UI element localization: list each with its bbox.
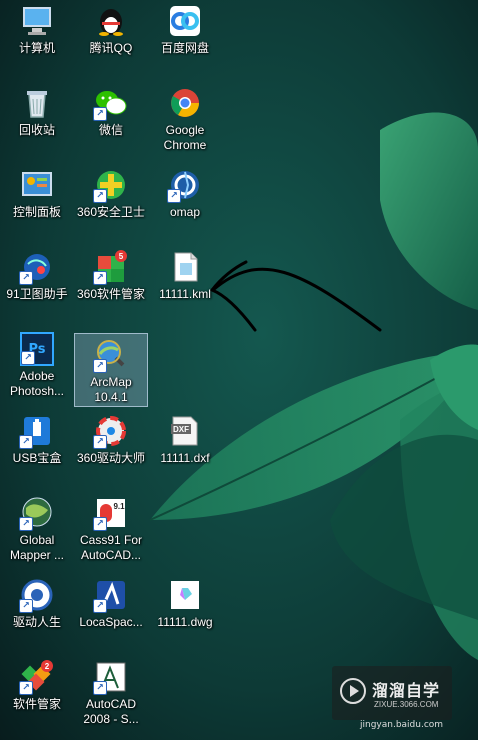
shortcut-arrow-icon: ↗ [93, 359, 107, 373]
dwg-file-icon [168, 578, 202, 612]
shortcut-arrow-icon: ↗ [19, 435, 33, 449]
icon-label: Google Chrome [163, 123, 207, 152]
desktop-icon-dwg-file[interactable]: 11111.dwg [148, 574, 222, 648]
desktop-icon-computer[interactable]: 计算机 [0, 0, 74, 74]
control-panel-icon [20, 168, 54, 202]
icon-label: USB宝盒 [12, 451, 62, 465]
desktop-icon-wechat[interactable]: ↗ 微信 [74, 82, 148, 156]
desktop-icon-photoshop[interactable]: Ps ↗ Adobe Photosh... [0, 328, 74, 402]
icon-label: 驱动人生 [12, 615, 61, 629]
shortcut-arrow-icon: ↗ [93, 681, 107, 695]
desktop-icon-360-safe[interactable]: ↗ 360安全卫士 [74, 164, 148, 238]
shortcut-arrow-icon: ↗ [93, 107, 107, 121]
desktop-icon-usb-box[interactable]: ↗ USB宝盒 [0, 410, 74, 484]
baidu-netdisk-icon [168, 4, 202, 38]
shortcut-arrow-icon: ↗ [19, 517, 33, 531]
icon-label: 91卫图助手 [6, 287, 68, 301]
91-map-icon: ↗ [19, 250, 54, 285]
icon-label: 百度网盘 [160, 41, 209, 55]
icon-label: 11111.kml [159, 287, 211, 301]
360-driver-icon: ↗ [93, 414, 128, 449]
shortcut-arrow-icon: ↗ [19, 681, 33, 695]
360-software-manager-icon: 5 ↗ [93, 250, 128, 285]
icon-label: 软件管家 [12, 697, 61, 711]
dxf-file-icon: DXF [168, 414, 202, 448]
icon-label: 回收站 [18, 123, 55, 137]
icon-label: 腾讯QQ [89, 41, 133, 55]
desktop-icon-91-map[interactable]: ↗ 91卫图助手 [0, 246, 74, 320]
shortcut-arrow-icon: ↗ [93, 517, 107, 531]
icon-label: AutoCAD 2008 - S... [83, 697, 139, 726]
arcmap-icon: ↗ [93, 338, 128, 373]
desktop-icon-software-manager[interactable]: 2 ↗ 软件管家 [0, 656, 74, 730]
driver-life-icon: ↗ [19, 578, 54, 613]
photoshop-icon: Ps ↗ [20, 332, 54, 366]
watermark-logo: 溜溜自学 ZIXUE.3066.COM [332, 666, 452, 720]
shortcut-arrow-icon: ↗ [93, 271, 107, 285]
svg-text:2: 2 [45, 662, 50, 671]
icon-label: 计算机 [18, 41, 55, 55]
360-safe-icon: ↗ [93, 168, 128, 203]
desktop-icon-360-software-manager[interactable]: 5 ↗ 360软件管家 [74, 246, 148, 320]
recycle-bin-icon [20, 86, 54, 120]
desktop-icon-control-panel[interactable]: 控制面板 [0, 164, 74, 238]
desktop-icon-recycle-bin[interactable]: 回收站 [0, 82, 74, 156]
qq-penguin-icon [94, 4, 128, 38]
shortcut-arrow-icon: ↗ [93, 189, 107, 203]
play-icon [340, 678, 366, 704]
shortcut-arrow-icon: ↗ [167, 189, 181, 203]
desktop-icon-arcmap[interactable]: ↗ ArcMap 10.4.1 [74, 333, 148, 407]
icon-label: Global Mapper ... [9, 533, 65, 562]
desktop-icon-global-mapper[interactable]: ↗ Global Mapper ... [0, 492, 74, 566]
omap-icon: ↗ [167, 168, 202, 203]
icon-label: 微信 [98, 123, 123, 137]
usb-box-icon: ↗ [19, 414, 54, 449]
icon-label: omap [169, 205, 201, 219]
chrome-icon [168, 86, 202, 120]
icon-label: 360软件管家 [76, 287, 146, 301]
desktop-icon-qq[interactable]: 腾讯QQ [74, 0, 148, 74]
icon-label: 11111.dxf [160, 451, 210, 465]
svg-text:5: 5 [119, 252, 124, 261]
icon-label: 360驱动大师 [76, 451, 146, 465]
desktop-icon-baidu-netdisk[interactable]: 百度网盘 [148, 0, 222, 74]
desktop-icon-autocad[interactable]: ↗ AutoCAD 2008 - S... [74, 656, 148, 730]
wechat-icon: ↗ [93, 86, 128, 121]
desktop-icon-360-driver[interactable]: ↗ 360驱动大师 [74, 410, 148, 484]
shortcut-arrow-icon: ↗ [19, 271, 33, 285]
watermark-title: 溜溜自学 [372, 683, 441, 700]
desktop-icon-omap[interactable]: ↗ omap [148, 164, 222, 238]
desktop-icon-cass[interactable]: 9.1 ↗ Cass91 For AutoCAD... [74, 492, 148, 566]
desktop-icon-dxf-file[interactable]: DXF 11111.dxf [148, 410, 222, 484]
shortcut-arrow-icon: ↗ [19, 599, 33, 613]
icon-label: Adobe Photosh... [9, 369, 65, 398]
icon-label: ArcMap 10.4.1 [90, 375, 132, 404]
svg-text:9.1: 9.1 [113, 502, 125, 511]
svg-text:DXF: DXF [173, 425, 189, 434]
software-manager-icon: 2 ↗ [19, 660, 54, 695]
locaspace-icon: ↗ [93, 578, 128, 613]
desktop-icon-chrome[interactable]: Google Chrome [148, 82, 222, 156]
kml-file-icon [168, 250, 202, 284]
watermark-subtitle: ZIXUE.3066.COM [374, 700, 439, 709]
autocad-icon: ↗ [93, 660, 128, 695]
icon-label: 控制面板 [12, 205, 61, 219]
cass-icon: 9.1 ↗ [93, 496, 128, 531]
icon-label: LocaSpac... [79, 615, 143, 629]
shortcut-arrow-icon: ↗ [21, 351, 35, 365]
desktop-icon-locaspace[interactable]: ↗ LocaSpac... [74, 574, 148, 648]
desktop-icon-driver-life[interactable]: ↗ 驱动人生 [0, 574, 74, 648]
icon-label: 360安全卫士 [76, 205, 146, 219]
global-mapper-icon: ↗ [19, 496, 54, 531]
icon-label: Cass91 For AutoCAD... [79, 533, 143, 562]
shortcut-arrow-icon: ↗ [93, 435, 107, 449]
desktop-icon-kml-file[interactable]: 11111.kml [148, 246, 222, 320]
watermark-site: jingyan.baidu.com [360, 720, 444, 730]
computer-icon [20, 4, 54, 38]
shortcut-arrow-icon: ↗ [93, 599, 107, 613]
icon-label: 11111.dwg [157, 615, 213, 629]
